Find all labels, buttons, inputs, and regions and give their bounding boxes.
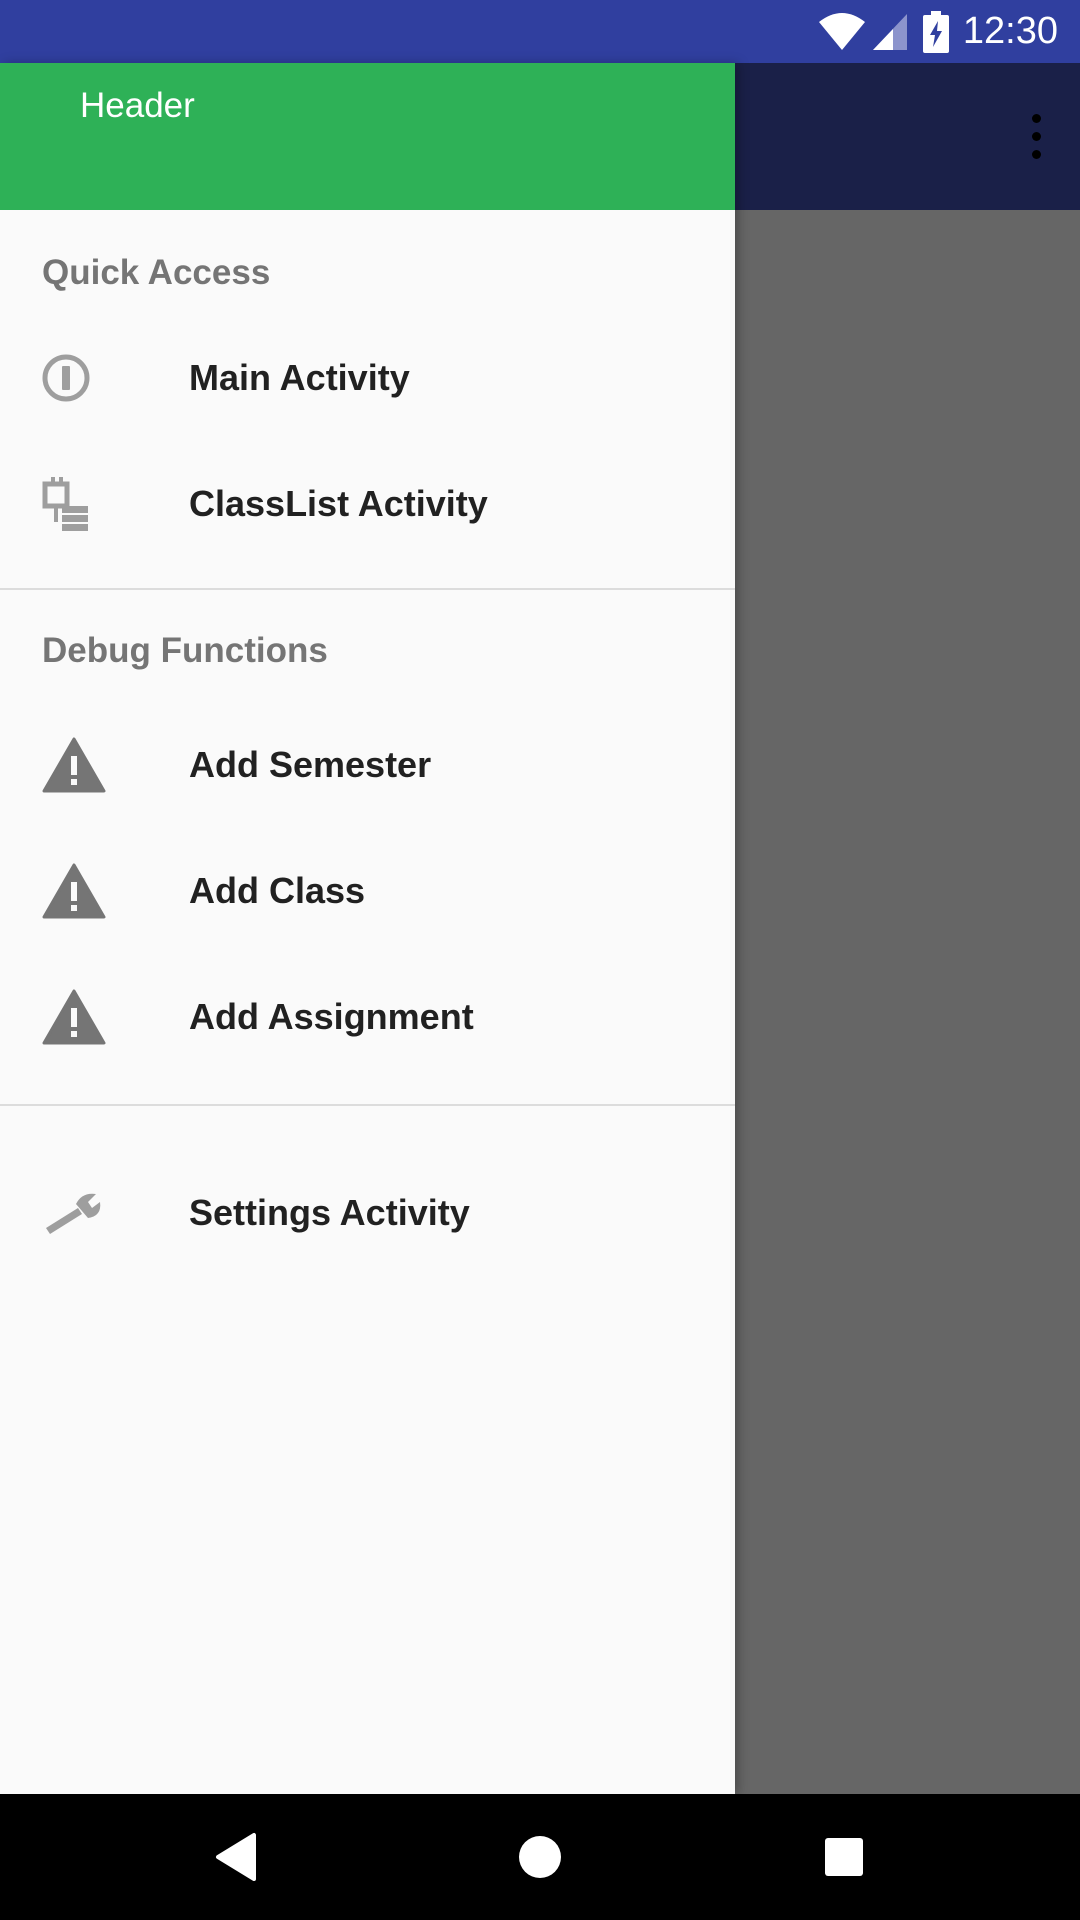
menu-label: Add Class [189, 870, 366, 911]
recents-icon[interactable] [774, 1794, 914, 1920]
wifi-icon [817, 12, 867, 52]
drawer-header-title: Header [80, 86, 195, 125]
menu-item-add-semester[interactable]: Add Semester [0, 702, 735, 828]
navigation-drawer: Header Quick Access Main Activity ClassL… [0, 63, 735, 1794]
drawer-header: Header [0, 63, 735, 210]
menu-item-settings-activity[interactable]: Settings Activity [0, 1150, 735, 1276]
status-icons: 12:30 [817, 0, 1058, 63]
menu-item-main-activity[interactable]: Main Activity [0, 315, 735, 441]
back-icon[interactable] [166, 1794, 306, 1920]
menu-label: Add Semester [189, 744, 432, 785]
status-time: 12:30 [962, 10, 1058, 52]
battery-charging-icon [922, 10, 949, 53]
info-circle-icon [0, 315, 189, 441]
drawer-scrim[interactable] [735, 210, 1080, 1794]
cellular-signal-icon [871, 12, 909, 52]
system-nav-bar [0, 1794, 1080, 1920]
section-title-quick-access: Quick Access [42, 253, 271, 292]
menu-label: ClassList Activity [189, 483, 488, 524]
home-icon[interactable] [470, 1794, 610, 1920]
menu-item-classlist-activity[interactable]: ClassList Activity [0, 441, 735, 567]
warning-icon [0, 828, 189, 954]
class-list-icon [0, 441, 189, 567]
more-vert-icon[interactable] [1012, 100, 1060, 172]
warning-icon [0, 702, 189, 828]
screen: 12:30 Header Quick Access Main Activity [0, 0, 1080, 1920]
section-title-debug-functions: Debug Functions [42, 631, 328, 670]
menu-label: Settings Activity [189, 1192, 470, 1233]
menu-label: Add Assignment [189, 996, 474, 1037]
status-bar: 12:30 [0, 0, 1080, 63]
menu-item-add-class[interactable]: Add Class [0, 828, 735, 954]
warning-icon [0, 954, 189, 1080]
menu-label: Main Activity [189, 357, 410, 398]
wrench-icon [0, 1150, 189, 1276]
menu-item-add-assignment[interactable]: Add Assignment [0, 954, 735, 1080]
